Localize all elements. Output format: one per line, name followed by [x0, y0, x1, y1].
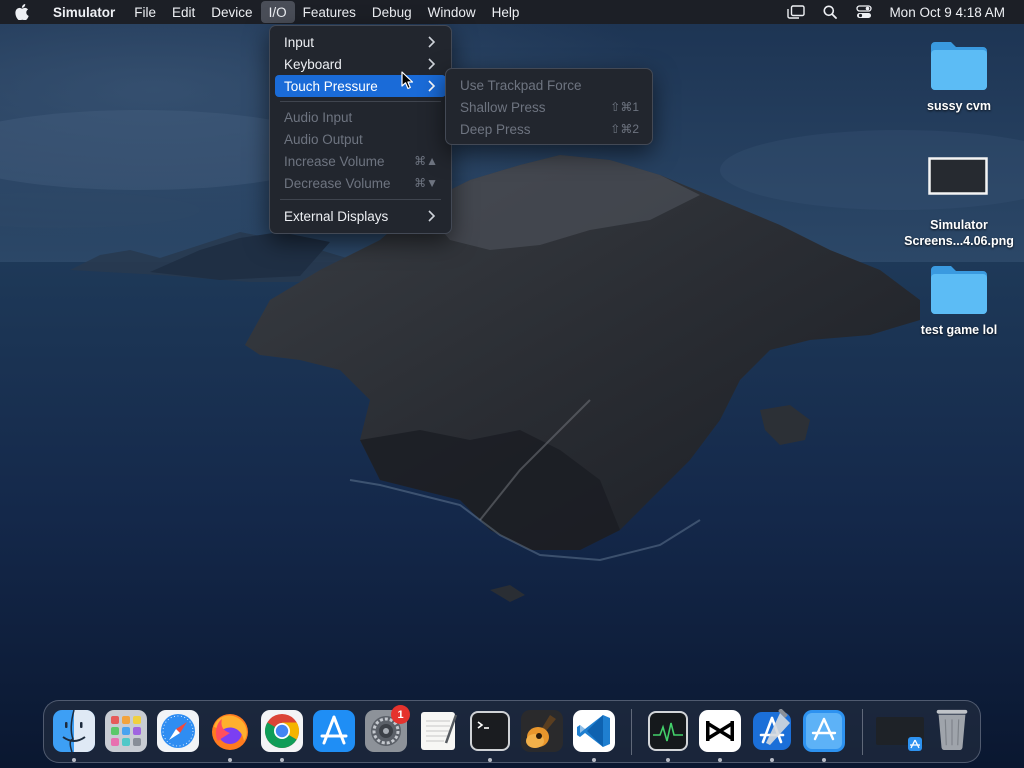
menu-item-label: Use Trackpad Force	[460, 77, 582, 93]
finder-icon[interactable]	[52, 709, 96, 753]
safari-icon[interactable]	[156, 709, 200, 753]
folder-icon	[931, 266, 987, 314]
search-icon[interactable]	[813, 0, 847, 24]
desktop-item-simulator-screenshot[interactable]: Simulator Screens...4.06.png	[899, 157, 1019, 249]
running-indicator	[822, 758, 826, 762]
menu-edit[interactable]: Edit	[164, 1, 203, 23]
notification-badge: 1	[391, 705, 410, 724]
menu-item-shortcut: ⌘▲	[414, 154, 438, 168]
desktop-item-label-line: Simulator	[930, 218, 988, 232]
menu-bar-clock[interactable]: Mon Oct 9 4:18 AM	[881, 5, 1024, 20]
desktop-item-label-line: Screens...4.06.png	[904, 234, 1014, 248]
menu-separator	[280, 101, 441, 102]
app-store-icon[interactable]	[312, 709, 356, 753]
chrome-icon[interactable]	[260, 709, 304, 753]
launchpad-icon[interactable]	[104, 709, 148, 753]
running-indicator	[718, 758, 722, 762]
running-indicator	[770, 758, 774, 762]
running-indicator	[72, 758, 76, 762]
dock-divider	[631, 709, 632, 755]
running-indicator	[666, 758, 670, 762]
menu-item-label: Keyboard	[284, 56, 342, 72]
menu-item-decrease-volume[interactable]: Decrease Volume ⌘▼	[275, 172, 446, 194]
menu-item-use-trackpad-force[interactable]: Use Trackpad Force	[451, 74, 647, 96]
menu-io[interactable]: I/O	[260, 1, 295, 23]
activity-monitor-icon[interactable]	[646, 709, 690, 753]
menu-device[interactable]: Device	[203, 1, 260, 23]
menu-item-label: Deep Press	[460, 121, 531, 137]
textedit-icon[interactable]	[416, 709, 460, 753]
menu-item-increase-volume[interactable]: Increase Volume ⌘▲	[275, 150, 446, 172]
menu-item-shallow-press[interactable]: Shallow Press ⇧⌘1	[451, 96, 647, 118]
mouse-pointer-icon	[401, 71, 414, 90]
control-center-icon[interactable]	[847, 0, 881, 24]
menu-item-deep-press[interactable]: Deep Press ⇧⌘2	[451, 118, 647, 140]
menu-item-label: Audio Output	[284, 131, 363, 147]
menu-item-label: Audio Input	[284, 109, 353, 125]
menu-item-touch-pressure[interactable]: Touch Pressure	[275, 75, 446, 97]
menu-item-label: Touch Pressure	[284, 78, 378, 94]
chevron-right-icon	[428, 58, 436, 70]
menu-file[interactable]: File	[126, 1, 164, 23]
menu-item-external-displays[interactable]: External Displays	[275, 205, 446, 227]
menu-help[interactable]: Help	[484, 1, 528, 23]
menu-item-input[interactable]: Input	[275, 31, 446, 53]
menu-item-audio-output[interactable]: Audio Output	[275, 128, 446, 150]
menu-item-label: External Displays	[284, 208, 389, 224]
trash-icon[interactable]	[930, 707, 974, 751]
menu-bar-status-area: Mon Oct 9 4:18 AM	[779, 0, 1024, 24]
menu-debug[interactable]: Debug	[364, 1, 420, 23]
screenshot-thumbnail-icon	[928, 157, 988, 195]
menu-item-label: Shallow Press	[460, 99, 546, 115]
stage-manager-icon[interactable]	[779, 0, 813, 24]
menu-item-label: Increase Volume	[284, 153, 385, 169]
menu-bar: Simulator File Edit Device I/O Features …	[0, 0, 1024, 24]
simulator-icon[interactable]	[802, 709, 846, 753]
firefox-icon[interactable]	[208, 709, 252, 753]
menu-item-label: Decrease Volume	[284, 175, 391, 191]
io-menu: Input Keyboard Touch Pressure Audio Inpu…	[269, 25, 452, 234]
menu-item-shortcut: ⌘▼	[414, 176, 438, 190]
menu-window[interactable]: Window	[420, 1, 484, 23]
running-indicator	[228, 758, 232, 762]
desktop-item-test-game-lol[interactable]: test game lol	[899, 262, 1019, 338]
menu-features[interactable]: Features	[295, 1, 364, 23]
desktop-item-label: sussy cvm	[927, 99, 991, 113]
chevron-right-icon	[428, 80, 436, 92]
menu-item-label: Input	[284, 34, 315, 50]
xcode-icon[interactable]	[750, 709, 794, 753]
dock: 1	[43, 700, 981, 763]
vscode-icon[interactable]	[572, 709, 616, 753]
running-indicator	[488, 758, 492, 762]
menu-app-name[interactable]: Simulator	[44, 1, 126, 23]
terminal-icon[interactable]	[468, 709, 512, 753]
chevron-right-icon	[428, 210, 436, 222]
menu-item-keyboard[interactable]: Keyboard	[275, 53, 446, 75]
desktop-item-label: Simulator Screens...4.06.png	[904, 217, 1014, 249]
running-indicator	[280, 758, 284, 762]
menu-item-audio-input[interactable]: Audio Input	[275, 106, 446, 128]
folder-icon	[931, 42, 987, 90]
capcut-icon[interactable]	[698, 709, 742, 753]
menu-item-shortcut: ⇧⌘1	[610, 100, 639, 114]
apple-logo-icon[interactable]	[0, 0, 44, 24]
desktop-item-label: test game lol	[920, 323, 998, 337]
touch-pressure-submenu: Use Trackpad Force Shallow Press ⇧⌘1 Dee…	[445, 68, 653, 145]
menu-separator	[280, 199, 441, 200]
dock-divider	[862, 709, 863, 755]
desktop-item-sussy-cvm[interactable]: sussy cvm	[899, 38, 1019, 114]
garageband-icon[interactable]	[520, 709, 564, 753]
chevron-right-icon	[428, 36, 436, 48]
recent-window-icon[interactable]	[874, 709, 926, 753]
running-indicator	[592, 758, 596, 762]
menu-item-shortcut: ⇧⌘2	[610, 122, 639, 136]
